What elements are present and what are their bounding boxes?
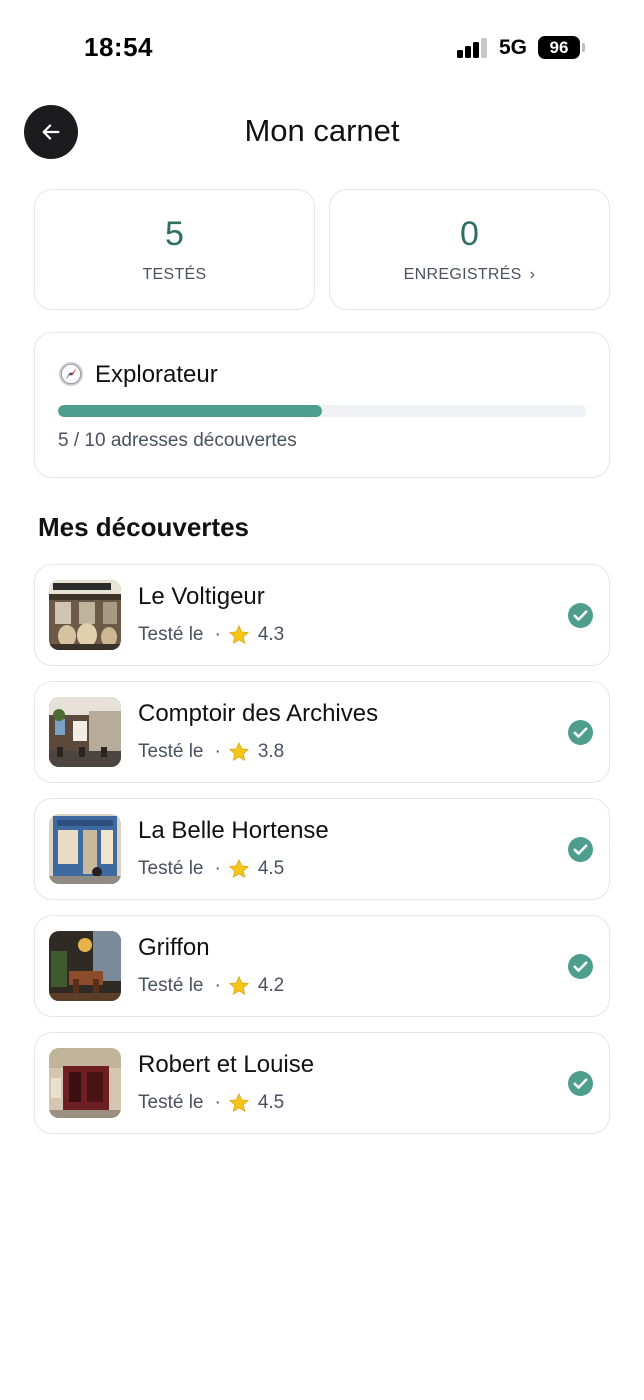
place-rating: 4.5 <box>257 1092 285 1113</box>
status-time: 18:54 <box>84 32 153 62</box>
progress-fill <box>58 405 322 417</box>
tested-date-label: Testé le <box>138 1092 204 1113</box>
place-meta: Testé le · 3.8 <box>138 741 284 763</box>
meta-separator: · <box>214 858 221 879</box>
list-item[interactable]: Comptoir des Archives Testé le · 3.8 <box>34 681 610 783</box>
meta-separator: · <box>214 624 221 645</box>
battery-tip <box>582 43 585 52</box>
place-name: Robert et Louise <box>138 1051 315 1078</box>
place-meta: Testé le · 4.5 <box>138 858 284 880</box>
tested-date-label: Testé le <box>138 858 204 879</box>
star-icon <box>228 624 249 645</box>
tested-date-label: Testé le <box>138 624 204 645</box>
compass-icon <box>59 362 83 386</box>
saved-stat-card[interactable]: 0 ENREGISTRÉS › <box>329 189 610 310</box>
check-circle-icon <box>568 720 593 745</box>
signal-icon <box>457 38 489 58</box>
place-meta: Testé le · 4.5 <box>138 1092 284 1114</box>
list-item[interactable]: Le Voltigeur Testé le · 4.3 <box>34 564 610 666</box>
saved-label-row: ENREGISTRÉS › <box>330 266 609 284</box>
battery-icon: 96 <box>538 36 580 59</box>
check-circle-icon <box>568 603 593 628</box>
check-circle-icon <box>568 1071 593 1096</box>
tested-label: TESTÉS <box>142 266 207 283</box>
explorer-title: Explorateur <box>95 361 218 388</box>
meta-separator: · <box>214 1092 221 1113</box>
place-meta: Testé le · 4.2 <box>138 975 284 997</box>
star-icon <box>228 741 249 762</box>
place-name: Comptoir des Archives <box>138 700 379 727</box>
saved-count: 0 <box>460 215 479 253</box>
list-item[interactable]: La Belle Hortense Testé le · 4.5 <box>34 798 610 900</box>
place-rating: 4.2 <box>257 975 285 996</box>
tested-date-label: Testé le <box>138 975 204 996</box>
check-circle-icon <box>568 837 593 862</box>
star-icon <box>228 858 249 879</box>
saved-label: ENREGISTRÉS <box>403 266 522 283</box>
star-icon <box>228 975 249 996</box>
place-name: Griffon <box>138 934 210 961</box>
place-rating: 3.8 <box>257 741 285 762</box>
progress-label: 5 / 10 adresses découvertes <box>58 430 297 451</box>
place-thumbnail <box>49 931 121 1001</box>
place-rating: 4.3 <box>257 624 285 645</box>
status-bar: 18:54 5G 96 <box>0 0 644 96</box>
place-list: Le Voltigeur Testé le · 4.3 Comptoir des… <box>34 564 610 1149</box>
place-thumbnail <box>49 580 121 650</box>
tested-stat-card: 5 TESTÉS <box>34 189 315 310</box>
place-name: Le Voltigeur <box>138 583 265 610</box>
list-item[interactable]: Griffon Testé le · 4.2 <box>34 915 610 1017</box>
progress-bar <box>58 405 586 417</box>
place-name: La Belle Hortense <box>138 817 329 844</box>
place-rating: 4.5 <box>257 858 285 879</box>
star-icon <box>228 1092 249 1113</box>
place-thumbnail <box>49 1048 121 1118</box>
chevron-right-icon: › <box>529 266 536 283</box>
check-circle-icon <box>568 954 593 979</box>
place-thumbnail <box>49 814 121 884</box>
network-label: 5G <box>499 36 528 59</box>
place-meta: Testé le · 4.3 <box>138 624 284 646</box>
tested-date-label: Testé le <box>138 741 204 762</box>
meta-separator: · <box>214 975 221 996</box>
section-title: Mes découvertes <box>38 512 249 542</box>
tested-count: 5 <box>165 215 184 253</box>
page-title: Mon carnet <box>244 113 400 148</box>
meta-separator: · <box>214 741 221 762</box>
explorer-card: Explorateur 5 / 10 adresses découvertes <box>34 332 610 478</box>
place-thumbnail <box>49 697 121 767</box>
list-item[interactable]: Robert et Louise Testé le · 4.5 <box>34 1032 610 1134</box>
